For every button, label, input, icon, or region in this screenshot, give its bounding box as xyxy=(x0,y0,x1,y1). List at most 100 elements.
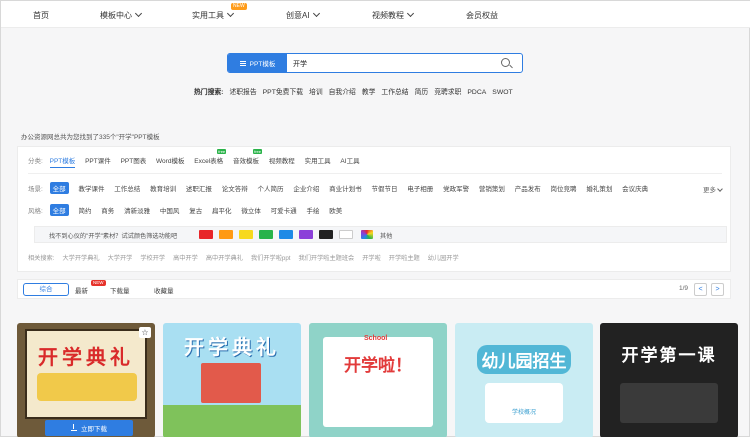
style-option[interactable]: 商务 xyxy=(101,205,114,215)
scene-option[interactable]: 节假节日 xyxy=(371,183,397,193)
more-button[interactable]: 更多 xyxy=(703,184,723,194)
style-option[interactable]: 可爱卡通 xyxy=(271,205,297,215)
nav-membership[interactable]: 会员权益 xyxy=(466,10,498,21)
menu-icon xyxy=(239,60,246,66)
related-tag[interactable]: 大学开学 xyxy=(108,255,133,262)
related-tag[interactable]: 开学啦 xyxy=(362,255,381,262)
nav-templates[interactable]: 模板中心 xyxy=(100,9,143,21)
nav-creative-ai[interactable]: 创意AI xyxy=(286,9,320,21)
category-audio[interactable]: 音效模板 free xyxy=(233,149,262,165)
scene-option[interactable]: 述职汇报 xyxy=(186,183,212,193)
template-card[interactable]: School 开学啦！ xyxy=(309,323,447,437)
template-card[interactable]: 开学典礼 xyxy=(163,323,301,437)
template-card[interactable]: 开学典礼 ☆ 立即下载 xyxy=(17,323,155,437)
color-swatch-green[interactable] xyxy=(259,230,273,239)
style-option[interactable]: 欧美 xyxy=(329,205,342,215)
style-option[interactable]: 简约 xyxy=(78,205,91,215)
category-word-templates[interactable]: Word模板 xyxy=(156,155,184,165)
chevron-down-icon xyxy=(226,9,235,18)
style-option[interactable]: 全部 xyxy=(49,204,69,216)
scene-option[interactable]: 电子相册 xyxy=(407,183,433,193)
category-ppt-charts[interactable]: PPT图表 xyxy=(121,155,147,165)
scene-option[interactable]: 营销策划 xyxy=(479,183,505,193)
download-button[interactable]: 立即下载 xyxy=(45,420,133,436)
star-icon[interactable]: ☆ xyxy=(139,327,151,338)
search-icon[interactable] xyxy=(501,58,510,67)
color-swatch-red[interactable] xyxy=(199,230,213,239)
nav-home[interactable]: 首页 xyxy=(33,10,49,21)
scene-option[interactable]: 教育培训 xyxy=(150,183,176,193)
color-picker-icon[interactable] xyxy=(361,230,373,239)
style-option[interactable]: 手绘 xyxy=(306,205,319,215)
style-option[interactable]: 中国风 xyxy=(160,205,180,215)
category-ppt-templates[interactable]: PPT模板 xyxy=(49,155,76,168)
scene-option[interactable]: 工作总结 xyxy=(114,183,140,193)
category-video[interactable]: 视频教程 xyxy=(269,155,295,165)
hot-tag[interactable]: 竞聘求职 xyxy=(434,89,461,96)
category-ppt-courseware[interactable]: PPT课件 xyxy=(85,155,111,165)
hot-tag[interactable]: PPT免费下载 xyxy=(263,89,303,96)
scene-option[interactable]: 论文答辩 xyxy=(222,183,248,193)
color-swatch-blue[interactable] xyxy=(279,230,293,239)
hot-tag[interactable]: 简历 xyxy=(415,89,429,96)
school-badge: School xyxy=(364,335,388,342)
search-type-selector[interactable]: PPT模板 xyxy=(228,54,287,72)
card-title: 开学啦！ xyxy=(344,356,412,375)
color-filter: 找不到心仪的"开学"素材？试试颜色筛选功能吧 其他 xyxy=(34,226,727,243)
sort-favorites[interactable]: 收藏量 xyxy=(154,285,174,295)
style-option[interactable]: 清新淡雅 xyxy=(124,205,150,215)
scene-option[interactable]: 会议庆典 xyxy=(622,183,648,193)
hot-tag[interactable]: 培训 xyxy=(309,89,323,96)
prev-page-button[interactable]: < xyxy=(694,283,707,296)
scene-option[interactable]: 企业介绍 xyxy=(293,183,319,193)
style-option[interactable]: 微立体 xyxy=(241,205,261,215)
scene-option[interactable]: 党政军警 xyxy=(443,183,469,193)
related-tag[interactable]: 我们开学啦主题班会 xyxy=(299,255,355,262)
scene-option[interactable]: 个人简历 xyxy=(258,183,284,193)
nav-video-tutorials[interactable]: 视频教程 xyxy=(372,9,415,21)
related-tag[interactable]: 高中开学典礼 xyxy=(206,255,243,262)
hot-tag[interactable]: 自我介绍 xyxy=(329,89,356,96)
scene-option[interactable]: 教学课件 xyxy=(78,183,104,193)
hot-tag[interactable]: PDCA xyxy=(467,89,486,96)
sort-comprehensive[interactable]: 综合 xyxy=(23,283,69,296)
card-title: 幼儿园招生 xyxy=(477,345,571,374)
next-page-button[interactable]: > xyxy=(711,283,724,296)
scene-option[interactable]: 婚礼策划 xyxy=(586,183,612,193)
color-swatch-black[interactable] xyxy=(319,230,333,239)
scene-option[interactable]: 岗位竞聘 xyxy=(551,183,577,193)
category-ai-tools[interactable]: AI工具 xyxy=(340,155,359,165)
related-tag[interactable]: 学校开学 xyxy=(140,255,165,262)
color-swatch-purple[interactable] xyxy=(299,230,313,239)
category-tools[interactable]: 实用工具 xyxy=(305,155,331,165)
template-card[interactable]: 幼儿园招生 学校概况 xyxy=(455,323,593,437)
related-tag[interactable]: 幼儿园开学 xyxy=(428,255,459,262)
related-tag[interactable]: 开学啦主题 xyxy=(389,255,420,262)
related-tag[interactable]: 大学开学典礼 xyxy=(62,255,99,262)
hot-tag[interactable]: 工作总结 xyxy=(381,89,408,96)
color-swatch-orange[interactable] xyxy=(219,230,233,239)
result-count-text: 办公资源网总共为您找到了335个"开学"PPT模板 xyxy=(21,134,160,141)
hot-tag[interactable]: 述职报告 xyxy=(229,89,256,96)
color-swatch-white[interactable] xyxy=(339,230,353,239)
style-option[interactable]: 扁平化 xyxy=(212,205,232,215)
search-input[interactable]: 开学 xyxy=(293,59,307,69)
color-swatch-yellow[interactable] xyxy=(239,230,253,239)
hot-tag[interactable]: SWOT xyxy=(492,89,512,96)
style-option[interactable]: 复古 xyxy=(189,205,202,215)
sort-downloads[interactable]: 下载量 xyxy=(110,285,130,295)
hot-tag[interactable]: 教学 xyxy=(362,89,376,96)
scene-option[interactable]: 产品发布 xyxy=(515,183,541,193)
download-icon xyxy=(71,424,77,431)
related-tag[interactable]: 我们开学啦ppt xyxy=(251,255,291,262)
color-other[interactable]: 其他 xyxy=(380,231,392,240)
sort-latest[interactable]: 最新 xyxy=(75,285,88,295)
related-searches: 相关搜索: 大学开学典礼 大学开学 学校开学 高中开学 高中开学典礼 我们开学啦ppt 我们开… xyxy=(28,253,467,262)
scene-row: 场景: 全部 教学课件 工作总结 教育培训 述职汇报 论文答辩 个人简历 企业介… xyxy=(28,182,656,194)
category-excel[interactable]: Excel表格 free xyxy=(194,149,227,165)
related-tag[interactable]: 高中开学 xyxy=(173,255,198,262)
scene-option[interactable]: 全部 xyxy=(49,182,69,194)
nav-tools[interactable]: 实用工具 xyxy=(192,9,235,21)
template-card[interactable]: 开学第一课 xyxy=(600,323,738,437)
scene-option[interactable]: 商业计划书 xyxy=(329,183,362,193)
